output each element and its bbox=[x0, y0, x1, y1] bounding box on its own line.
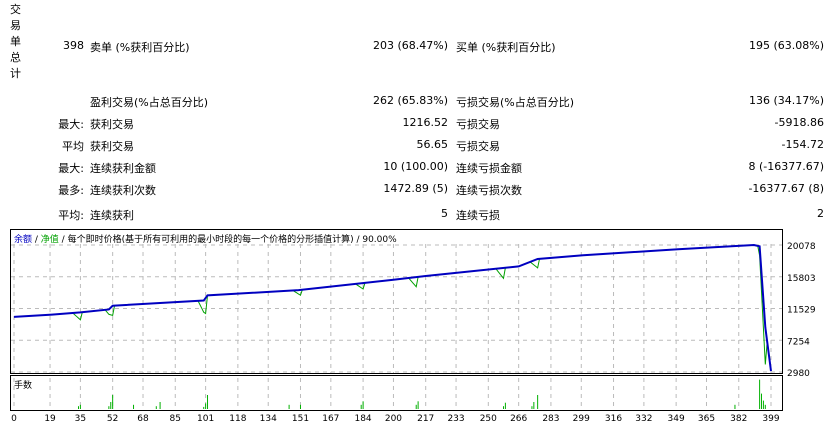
balance-chart: 0 19 35 52 68 85 101 118 134 151 167 184 200 217 233 25… bbox=[10, 229, 816, 424]
sep: / bbox=[58, 235, 68, 245]
legend-balance: 余额 bbox=[14, 235, 33, 245]
x-tick-label: 250 bbox=[480, 414, 497, 424]
x-tick-label: 167 bbox=[322, 414, 339, 424]
x-tick-label: 233 bbox=[447, 414, 464, 424]
x-tick-label: 299 bbox=[573, 414, 590, 424]
legend-quality: 90.00% bbox=[362, 235, 397, 245]
x-tick-label: 365 bbox=[698, 414, 715, 424]
x-tick-label: 85 bbox=[170, 414, 181, 424]
x-tick-label: 184 bbox=[354, 414, 371, 424]
x-tick-label: 52 bbox=[107, 414, 118, 424]
y-tick-label: 15803 bbox=[787, 274, 816, 284]
main-panel-frame bbox=[10, 229, 783, 374]
equity-line bbox=[13, 244, 772, 372]
x-tick-label: 399 bbox=[762, 414, 779, 424]
legend-desc: 每个即时价格(基于所有可利用的最小时段的每一个价格的分形插值计算) bbox=[67, 235, 354, 245]
x-tick-label: 332 bbox=[635, 414, 652, 424]
y-tick-label: 2980 bbox=[787, 369, 810, 379]
y-tick-label: 11529 bbox=[787, 306, 816, 316]
x-tick-label: 68 bbox=[137, 414, 149, 424]
chart-legend: 余额 / 净值 / 每个即时价格(基于所有可利用的最小时段的每一个价格的分形插值… bbox=[14, 232, 397, 245]
x-tick-label: 349 bbox=[668, 414, 685, 424]
y-tick-label: 7254 bbox=[787, 337, 810, 347]
x-tick-label: 283 bbox=[542, 414, 559, 424]
x-tick-label: 118 bbox=[229, 414, 246, 424]
x-tick-label: 0 bbox=[11, 414, 17, 424]
y-tick-label: 20078 bbox=[787, 242, 816, 252]
x-tick-label: 382 bbox=[730, 414, 747, 424]
legend-equity: 净值 bbox=[40, 235, 59, 245]
sep: / bbox=[32, 235, 41, 245]
x-tick-label: 217 bbox=[417, 414, 434, 424]
x-tick-label: 134 bbox=[260, 414, 277, 424]
x-tick-label: 200 bbox=[385, 414, 402, 424]
x-tick-label: 316 bbox=[605, 414, 622, 424]
x-tick-label: 151 bbox=[292, 414, 309, 424]
balance-line bbox=[13, 243, 772, 372]
x-tick-label: 101 bbox=[197, 414, 214, 424]
volume-panel-frame bbox=[10, 375, 783, 411]
x-tick-label: 19 bbox=[44, 414, 56, 424]
x-tick-label: 35 bbox=[75, 414, 86, 424]
x-tick-label: 266 bbox=[510, 414, 527, 424]
volume-label: 手数 bbox=[14, 381, 33, 391]
